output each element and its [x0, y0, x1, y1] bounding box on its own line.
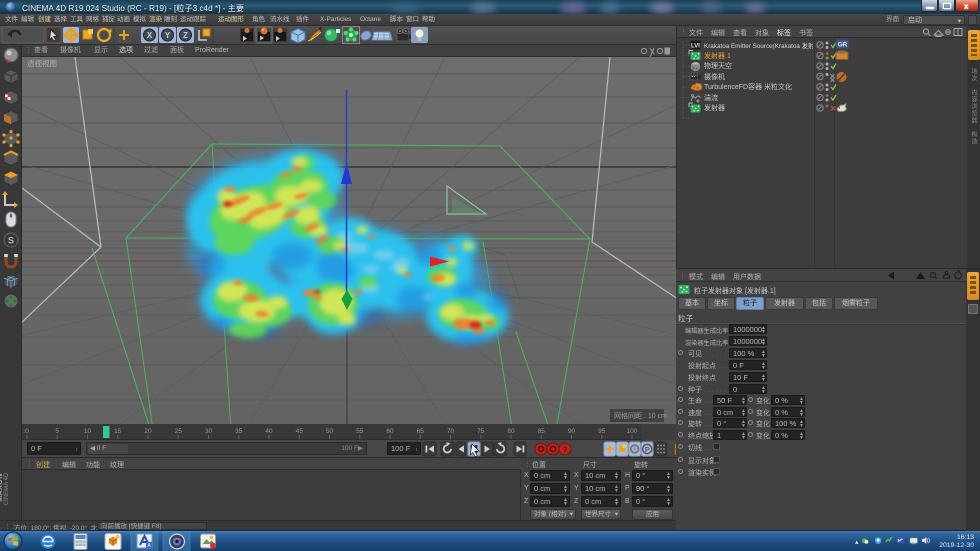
svg-text:透视视图: 透视视图: [27, 58, 57, 68]
svg-text:Y: Y: [165, 31, 171, 40]
svg-text:?: ?: [563, 445, 568, 454]
svg-text:▴: ▴: [855, 539, 859, 546]
svg-text:40: 40: [265, 428, 273, 435]
svg-text:S: S: [8, 236, 14, 246]
svg-text:90: 90: [568, 428, 576, 435]
svg-text:Z: Z: [183, 31, 188, 40]
svg-text:50: 50: [326, 428, 334, 435]
svg-text:25: 25: [175, 428, 183, 435]
svg-text:45: 45: [296, 428, 304, 435]
svg-text:P: P: [645, 447, 650, 454]
svg-text:0: 0: [25, 428, 29, 435]
svg-text:20: 20: [144, 428, 152, 435]
svg-text:75: 75: [477, 428, 485, 435]
svg-text:80: 80: [507, 428, 515, 435]
svg-text:网格间距 : 10 cm: 网格间距 : 10 cm: [614, 411, 667, 420]
svg-text:10: 10: [84, 428, 92, 435]
svg-text:15: 15: [114, 428, 122, 435]
svg-text:85: 85: [538, 428, 546, 435]
svg-text:GR: GR: [838, 42, 848, 49]
svg-text:100: 100: [627, 428, 638, 435]
svg-text:X: X: [147, 31, 153, 40]
svg-text:60: 60: [386, 428, 394, 435]
svg-text:30: 30: [205, 428, 213, 435]
svg-text:LVI: LVI: [691, 44, 700, 50]
svg-text:35: 35: [235, 428, 243, 435]
svg-text:55: 55: [356, 428, 364, 435]
svg-text:65: 65: [417, 428, 425, 435]
svg-text:70: 70: [447, 428, 455, 435]
svg-text:95: 95: [598, 428, 606, 435]
svg-text:5: 5: [55, 428, 59, 435]
